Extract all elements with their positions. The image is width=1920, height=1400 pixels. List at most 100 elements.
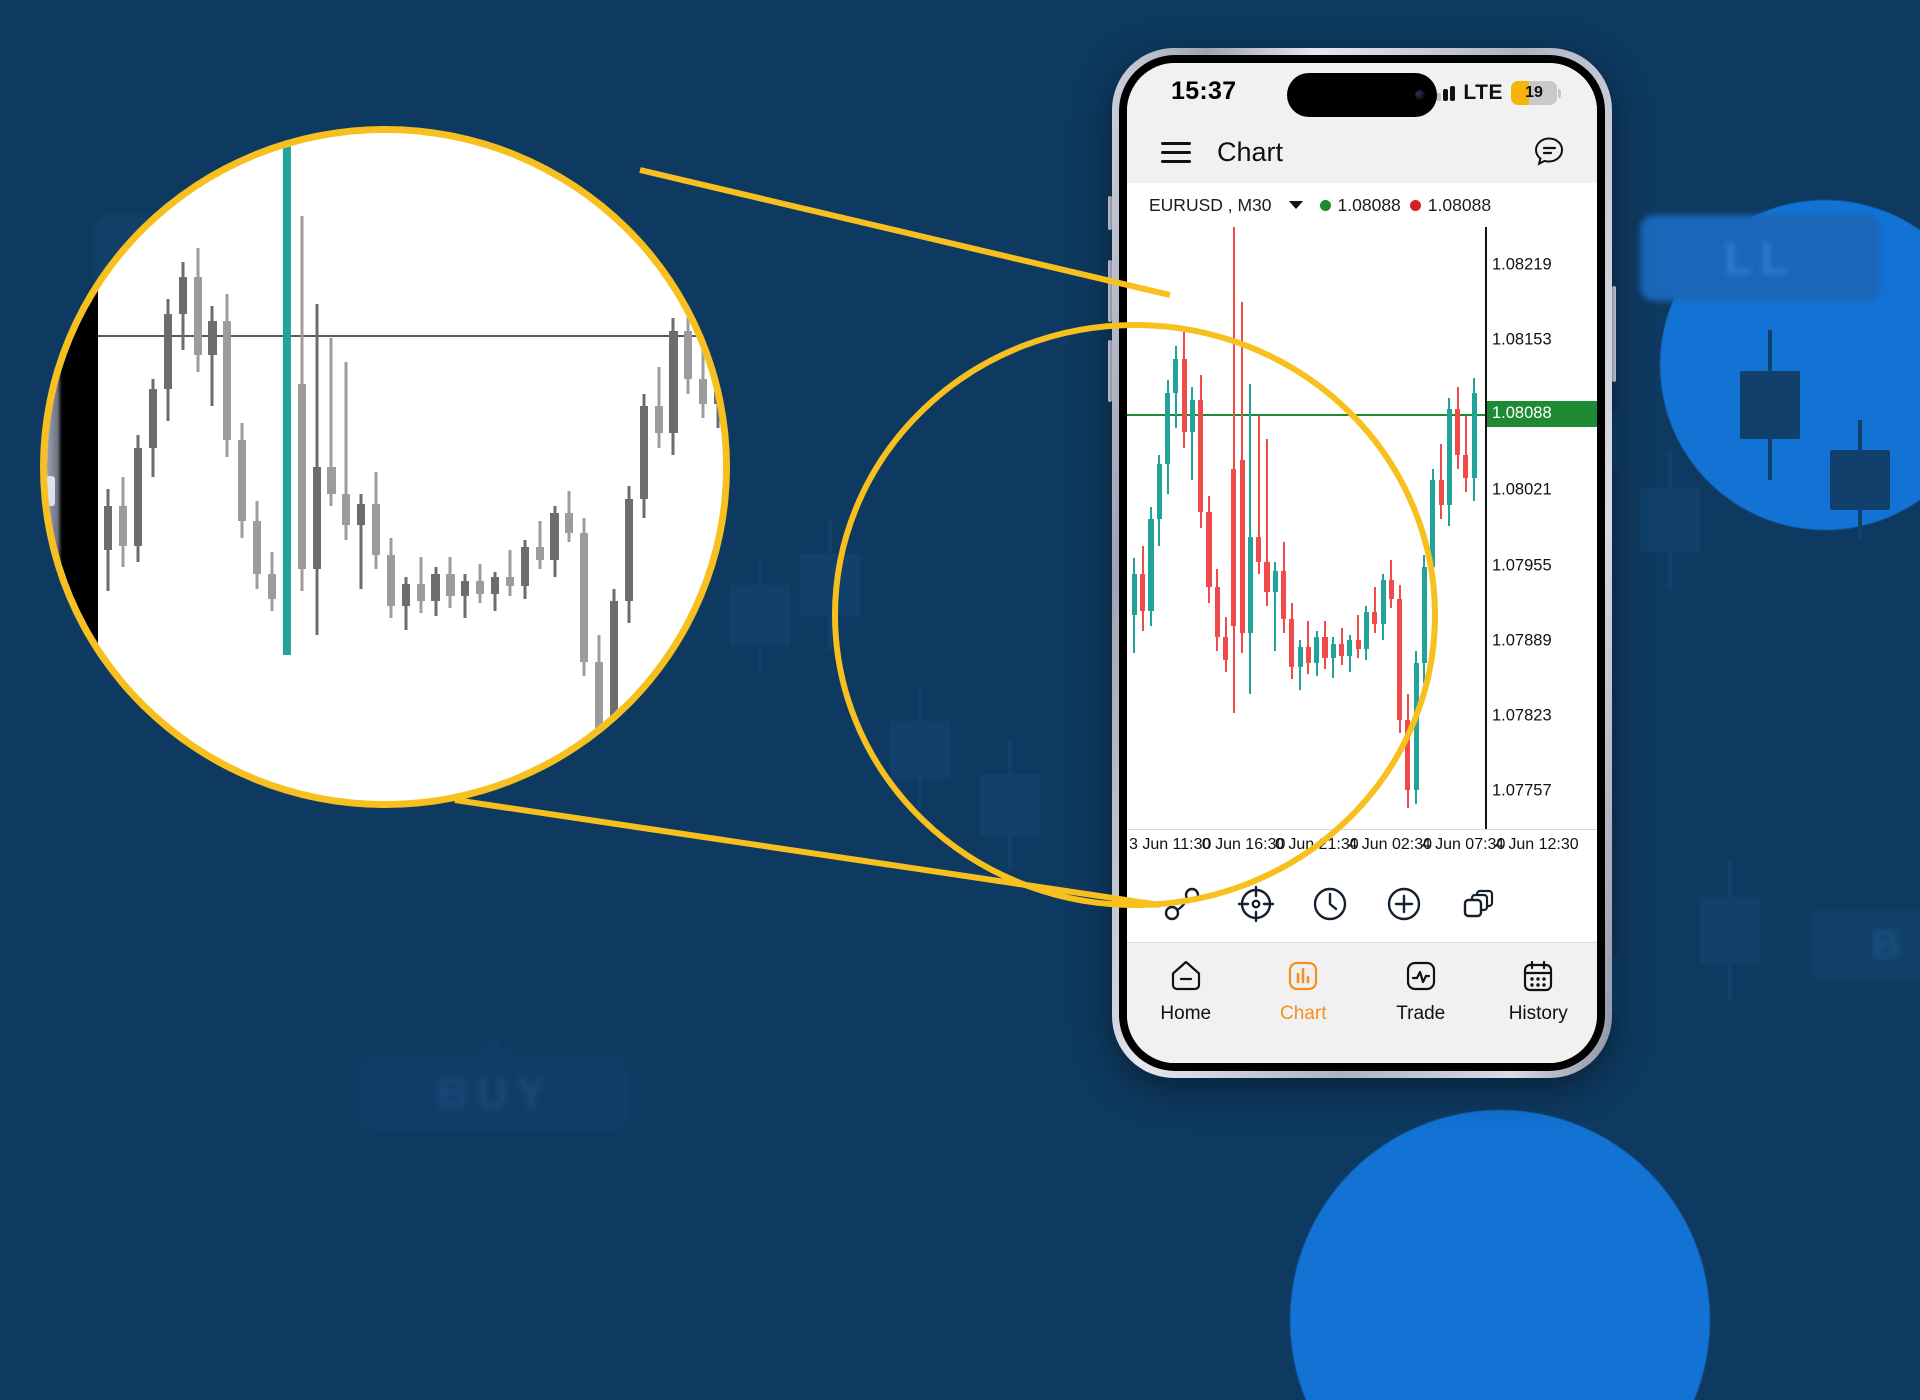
magnified-volume-down xyxy=(47,674,55,704)
candlestick xyxy=(1256,416,1262,574)
magnified-chart-content xyxy=(47,133,723,801)
calendar-icon xyxy=(1519,957,1557,995)
price-tick-label: 1.07955 xyxy=(1492,556,1552,575)
magnified-candlestick xyxy=(714,296,723,429)
magnified-candlestick xyxy=(416,557,425,614)
app-header: Chart xyxy=(1127,121,1597,183)
buy-watermark: BUY xyxy=(360,1055,630,1133)
candlestick xyxy=(1173,345,1179,428)
watermark-candle-body xyxy=(1640,488,1700,552)
mute-switch[interactable] xyxy=(1108,196,1112,230)
phone-mockup: 15:37 LTE 19 Chart EURUSD , M30 1.08088 … xyxy=(1108,48,1616,1078)
chevron-down-icon[interactable] xyxy=(1288,201,1303,209)
current-price-tag: 1.08088 xyxy=(1487,400,1597,427)
nav-label-chart: Chart xyxy=(1280,1003,1327,1024)
nav-item-trade[interactable]: Trade xyxy=(1362,957,1480,1025)
candlestick xyxy=(1322,621,1328,670)
candlestick xyxy=(1239,302,1245,654)
magnified-candlestick xyxy=(669,318,678,455)
network-type-label: LTE xyxy=(1463,81,1503,104)
candlestick xyxy=(1206,496,1212,604)
magnified-phone-edge xyxy=(47,133,98,801)
time-tick-label: 3 Jun 11:30 xyxy=(1128,836,1212,853)
candlestick xyxy=(1305,621,1312,674)
magnified-candlestick xyxy=(639,393,648,519)
time-tick-label: 0 Jun 21:30 xyxy=(1275,836,1359,853)
magnified-candlestick xyxy=(490,571,500,611)
ask-dot-icon xyxy=(1409,199,1421,211)
candlestick xyxy=(1347,635,1353,672)
hamburger-menu-icon[interactable] xyxy=(1161,141,1191,163)
nav-label-history: History xyxy=(1508,1003,1568,1024)
candlestick xyxy=(1330,637,1336,679)
magnified-candlestick xyxy=(223,294,232,458)
candlestick xyxy=(1363,605,1370,661)
trendline-icon[interactable] xyxy=(1161,883,1203,925)
price-tick-label: 1.08219 xyxy=(1492,255,1552,274)
crosshair-icon[interactable] xyxy=(1235,883,1277,925)
price-axis: 1.08088 1.08219 1.08153 1.08021 1.07955 1.07… xyxy=(1485,227,1597,829)
magnified-candlestick xyxy=(550,505,559,577)
magnified-candlestick xyxy=(342,362,351,541)
power-button[interactable] xyxy=(1612,286,1616,382)
price-tick-label: 1.07757 xyxy=(1492,781,1552,800)
candlestick xyxy=(1314,630,1320,677)
watermark-candle-body xyxy=(890,721,950,779)
candlestick xyxy=(1421,555,1428,684)
candlestick xyxy=(1339,628,1345,665)
candlestick xyxy=(1247,384,1254,695)
watermark-candle-body xyxy=(1700,897,1760,963)
nav-item-home[interactable]: Home xyxy=(1127,957,1245,1025)
magnified-candlestick xyxy=(401,576,410,631)
volume-up-button[interactable] xyxy=(1108,260,1112,322)
nav-label-trade: Trade xyxy=(1396,1003,1446,1024)
candlestick xyxy=(1289,603,1295,679)
candlestick xyxy=(1380,573,1386,640)
plus-circle-icon[interactable] xyxy=(1383,883,1425,925)
nav-item-history[interactable]: History xyxy=(1480,957,1598,1025)
candlestick xyxy=(1131,557,1137,654)
signal-bars-icon xyxy=(1436,85,1456,101)
candlestick xyxy=(1413,651,1419,804)
magnified-mute-switch xyxy=(47,226,55,270)
candlestick xyxy=(1231,227,1237,713)
candlestick xyxy=(1430,468,1436,585)
bottom-navigation[interactable]: Home Chart Trade History xyxy=(1127,943,1597,1063)
layers-icon[interactable] xyxy=(1457,883,1499,925)
battery-low-power-icon: 19 xyxy=(1511,81,1557,105)
magnified-candlestick xyxy=(446,557,455,609)
magnified-candlestick xyxy=(178,262,187,351)
chart-canvas[interactable]: 1.08088 1.08219 1.08153 1.08021 1.07955 1.07… xyxy=(1127,227,1597,829)
candlestick xyxy=(1455,386,1461,469)
magnified-candlestick xyxy=(238,423,247,538)
magnified-candlestick xyxy=(253,501,262,589)
volume-down-button[interactable] xyxy=(1108,340,1112,402)
status-bar-time: 15:37 xyxy=(1171,77,1237,105)
candlestick xyxy=(1272,562,1278,652)
magnified-candlestick xyxy=(699,337,708,419)
buy-watermark-notch xyxy=(472,1038,518,1060)
nav-item-chart[interactable]: Chart xyxy=(1245,957,1363,1025)
candlestick xyxy=(1463,416,1469,492)
ask-price-group: 1.08088 xyxy=(1409,195,1491,216)
clock-icon[interactable] xyxy=(1309,883,1351,925)
symbol-bar[interactable]: EURUSD , M30 1.08088 1.08088 xyxy=(1127,183,1597,227)
price-tick-label: 1.07889 xyxy=(1492,631,1552,650)
bid-price: 1.08088 xyxy=(1337,194,1401,215)
time-tick-label: 4 Jun 07:30 xyxy=(1421,836,1506,853)
candlestick xyxy=(1297,639,1303,690)
status-bar: 15:37 LTE 19 xyxy=(1127,63,1597,121)
magnified-candlestick xyxy=(461,574,470,618)
candlestick-plot[interactable] xyxy=(1127,227,1485,829)
price-tick-label: 1.08021 xyxy=(1492,480,1552,499)
sell-watermark-right: LL xyxy=(1640,215,1880,301)
magnified-candlestick xyxy=(148,379,158,477)
candlestick xyxy=(1281,541,1287,633)
zoom-callout-circle xyxy=(40,126,730,808)
candlestick xyxy=(1214,569,1220,652)
chat-bubble-icon[interactable] xyxy=(1531,134,1567,170)
magnified-candlestick xyxy=(134,435,143,562)
watermark-candle-body xyxy=(800,554,860,616)
candlestick xyxy=(1388,559,1394,608)
chart-toolbar[interactable] xyxy=(1127,865,1597,943)
